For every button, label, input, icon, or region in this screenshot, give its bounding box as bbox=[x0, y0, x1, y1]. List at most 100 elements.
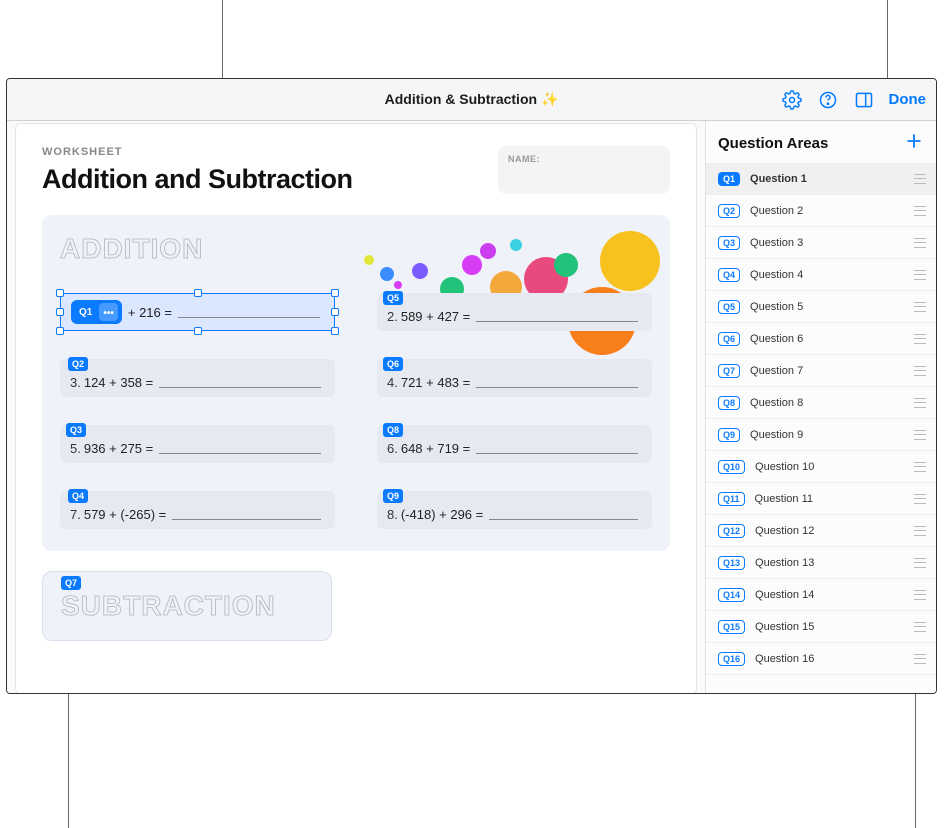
qa-badge: Q12 bbox=[718, 524, 745, 538]
qa-badge: Q13 bbox=[718, 556, 745, 570]
document-title: Addition & Subtraction ✨ bbox=[385, 91, 559, 108]
decorative-circle bbox=[554, 253, 578, 277]
question-area-item-15[interactable]: Q15Question 15 bbox=[706, 611, 936, 643]
question-area-q9[interactable]: Q9 8. (-418) + 296 = bbox=[377, 491, 652, 529]
q7-badge: Q7 bbox=[61, 576, 81, 590]
decorative-circle bbox=[412, 263, 428, 279]
q2-badge: Q2 bbox=[68, 357, 88, 371]
qa-badge: Q8 bbox=[718, 396, 740, 410]
help-icon[interactable] bbox=[817, 89, 839, 111]
qa-label: Question 16 bbox=[755, 653, 914, 665]
question-area-item-7[interactable]: Q7Question 7 bbox=[706, 355, 936, 387]
add-question-area-button[interactable] bbox=[904, 131, 924, 155]
drag-handle-icon[interactable] bbox=[914, 366, 926, 376]
q4-expression: 579 + (-265) = bbox=[84, 507, 166, 522]
qa-label: Question 6 bbox=[750, 333, 914, 345]
drag-handle-icon[interactable] bbox=[914, 334, 926, 344]
question-area-item-4[interactable]: Q4Question 4 bbox=[706, 259, 936, 291]
drag-handle-icon[interactable] bbox=[914, 654, 926, 664]
drag-handle-icon[interactable] bbox=[914, 462, 926, 472]
canvas[interactable]: WORKSHEET Addition and Subtraction NAME:… bbox=[7, 121, 705, 693]
sidebar-toggle-icon[interactable] bbox=[853, 89, 875, 111]
drag-handle-icon[interactable] bbox=[914, 430, 926, 440]
sidebar-title: Question Areas bbox=[718, 135, 828, 152]
qa-label: Question 5 bbox=[750, 301, 914, 313]
qa-badge: Q11 bbox=[718, 492, 745, 506]
question-area-item-2[interactable]: Q2Question 2 bbox=[706, 195, 936, 227]
question-area-q8[interactable]: Q8 6. 648 + 719 = bbox=[377, 425, 652, 463]
qa-label: Question 14 bbox=[755, 589, 914, 601]
q6-expression: 721 + 483 = bbox=[401, 375, 470, 390]
toolbar: Addition & Subtraction ✨ bbox=[7, 79, 936, 121]
question-area-item-11[interactable]: Q11 Question 11 bbox=[706, 483, 936, 515]
drag-handle-icon[interactable] bbox=[914, 590, 926, 600]
qa-badge: Q7 bbox=[718, 364, 740, 378]
question-chip-more-icon[interactable]: ••• bbox=[99, 303, 118, 321]
question-area-q2[interactable]: Q2 3. 124 + 358 = bbox=[60, 359, 335, 397]
qa-badge: Q15 bbox=[718, 620, 745, 634]
question-area-item-16[interactable]: Q16 Question 16 bbox=[706, 643, 936, 675]
question-chip-q1[interactable]: Q1 ••• bbox=[71, 300, 122, 324]
drag-handle-icon[interactable] bbox=[914, 206, 926, 216]
question-area-q5[interactable]: Q5 2. 589 + 427 = bbox=[377, 293, 652, 331]
qa-badge: Q5 bbox=[718, 300, 740, 314]
qa-badge: Q6 bbox=[718, 332, 740, 346]
drag-handle-icon[interactable] bbox=[914, 494, 926, 504]
qa-label: Question 8 bbox=[750, 397, 914, 409]
q2-expression: 124 + 358 = bbox=[84, 375, 153, 390]
qa-badge: Q14 bbox=[718, 588, 745, 602]
question-area-q4[interactable]: Q4 7. 579 + (-265) = bbox=[60, 491, 335, 529]
drag-handle-icon[interactable] bbox=[914, 622, 926, 632]
drag-handle-icon[interactable] bbox=[914, 558, 926, 568]
question-area-item-14[interactable]: Q14 Question 14 bbox=[706, 579, 936, 611]
q9-badge: Q9 bbox=[383, 489, 403, 503]
section-subtraction[interactable]: Q7 SUBTRACTION bbox=[42, 571, 332, 641]
question-area-item-6[interactable]: Q6 Question 6 bbox=[706, 323, 936, 355]
q6-answer-blank bbox=[476, 376, 638, 388]
decorative-circle bbox=[480, 243, 496, 259]
q1-answer-blank bbox=[178, 306, 320, 318]
question-area-q6[interactable]: Q6 4. 721 + 483 = bbox=[377, 359, 652, 397]
app-window: Addition & Subtraction ✨ bbox=[6, 78, 937, 694]
q2-answer-blank bbox=[159, 376, 321, 388]
question-area-item-8[interactable]: Q8 Question 8 bbox=[706, 387, 936, 419]
decorative-circle bbox=[600, 231, 660, 291]
qa-badge: Q16 bbox=[718, 652, 745, 666]
question-areas-list: Q1Question 1Q2Question 2Q3Question 3Q4Qu… bbox=[706, 163, 936, 693]
question-areas-sidebar: Question Areas Q1Question 1Q2Question 2Q… bbox=[705, 121, 936, 693]
q3-expression: 936 + 275 = bbox=[84, 441, 153, 456]
q8-badge: Q8 bbox=[383, 423, 403, 437]
worksheet-page: WORKSHEET Addition and Subtraction NAME:… bbox=[15, 123, 697, 693]
gear-icon[interactable] bbox=[781, 89, 803, 111]
name-label: NAME: bbox=[508, 154, 660, 164]
q4-badge: Q4 bbox=[68, 489, 88, 503]
qa-label: Question 3 bbox=[750, 237, 914, 249]
drag-handle-icon[interactable] bbox=[914, 398, 926, 408]
question-area-item-9[interactable]: Q9Question 9 bbox=[706, 419, 936, 451]
question-area-item-3[interactable]: Q3Question 3 bbox=[706, 227, 936, 259]
question-area-item-10[interactable]: Q10Question 10 bbox=[706, 451, 936, 483]
question-area-q3[interactable]: Q3 5. 936 + 275 = bbox=[60, 425, 335, 463]
drag-handle-icon[interactable] bbox=[914, 526, 926, 536]
callout-leader-4 bbox=[915, 694, 916, 828]
q5-badge: Q5 bbox=[383, 291, 403, 305]
q1-expression: + 216 = bbox=[128, 305, 172, 320]
question-area-item-5[interactable]: Q5 Question 5 bbox=[706, 291, 936, 323]
question-area-item-1[interactable]: Q1Question 1 bbox=[706, 163, 936, 195]
section-subtraction-title: SUBTRACTION bbox=[61, 590, 313, 622]
callout-leader-1 bbox=[222, 0, 223, 78]
question-area-item-12[interactable]: Q12Question 12 bbox=[706, 515, 936, 547]
qa-badge: Q9 bbox=[718, 428, 740, 442]
q9-expression: (-418) + 296 = bbox=[401, 507, 483, 522]
drag-handle-icon[interactable] bbox=[914, 238, 926, 248]
qa-label: Question 11 bbox=[755, 493, 914, 505]
drag-handle-icon[interactable] bbox=[914, 270, 926, 280]
name-field[interactable]: NAME: bbox=[498, 146, 670, 194]
question-area-item-13[interactable]: Q13Question 13 bbox=[706, 547, 936, 579]
callout-leader-3 bbox=[68, 694, 69, 828]
drag-handle-icon[interactable] bbox=[914, 302, 926, 312]
question-area-q1-selected[interactable]: Q1 ••• + 216 = bbox=[60, 293, 335, 331]
drag-handle-icon[interactable] bbox=[914, 174, 926, 184]
decorative-circle bbox=[510, 239, 522, 251]
done-button[interactable]: Done bbox=[889, 91, 927, 108]
